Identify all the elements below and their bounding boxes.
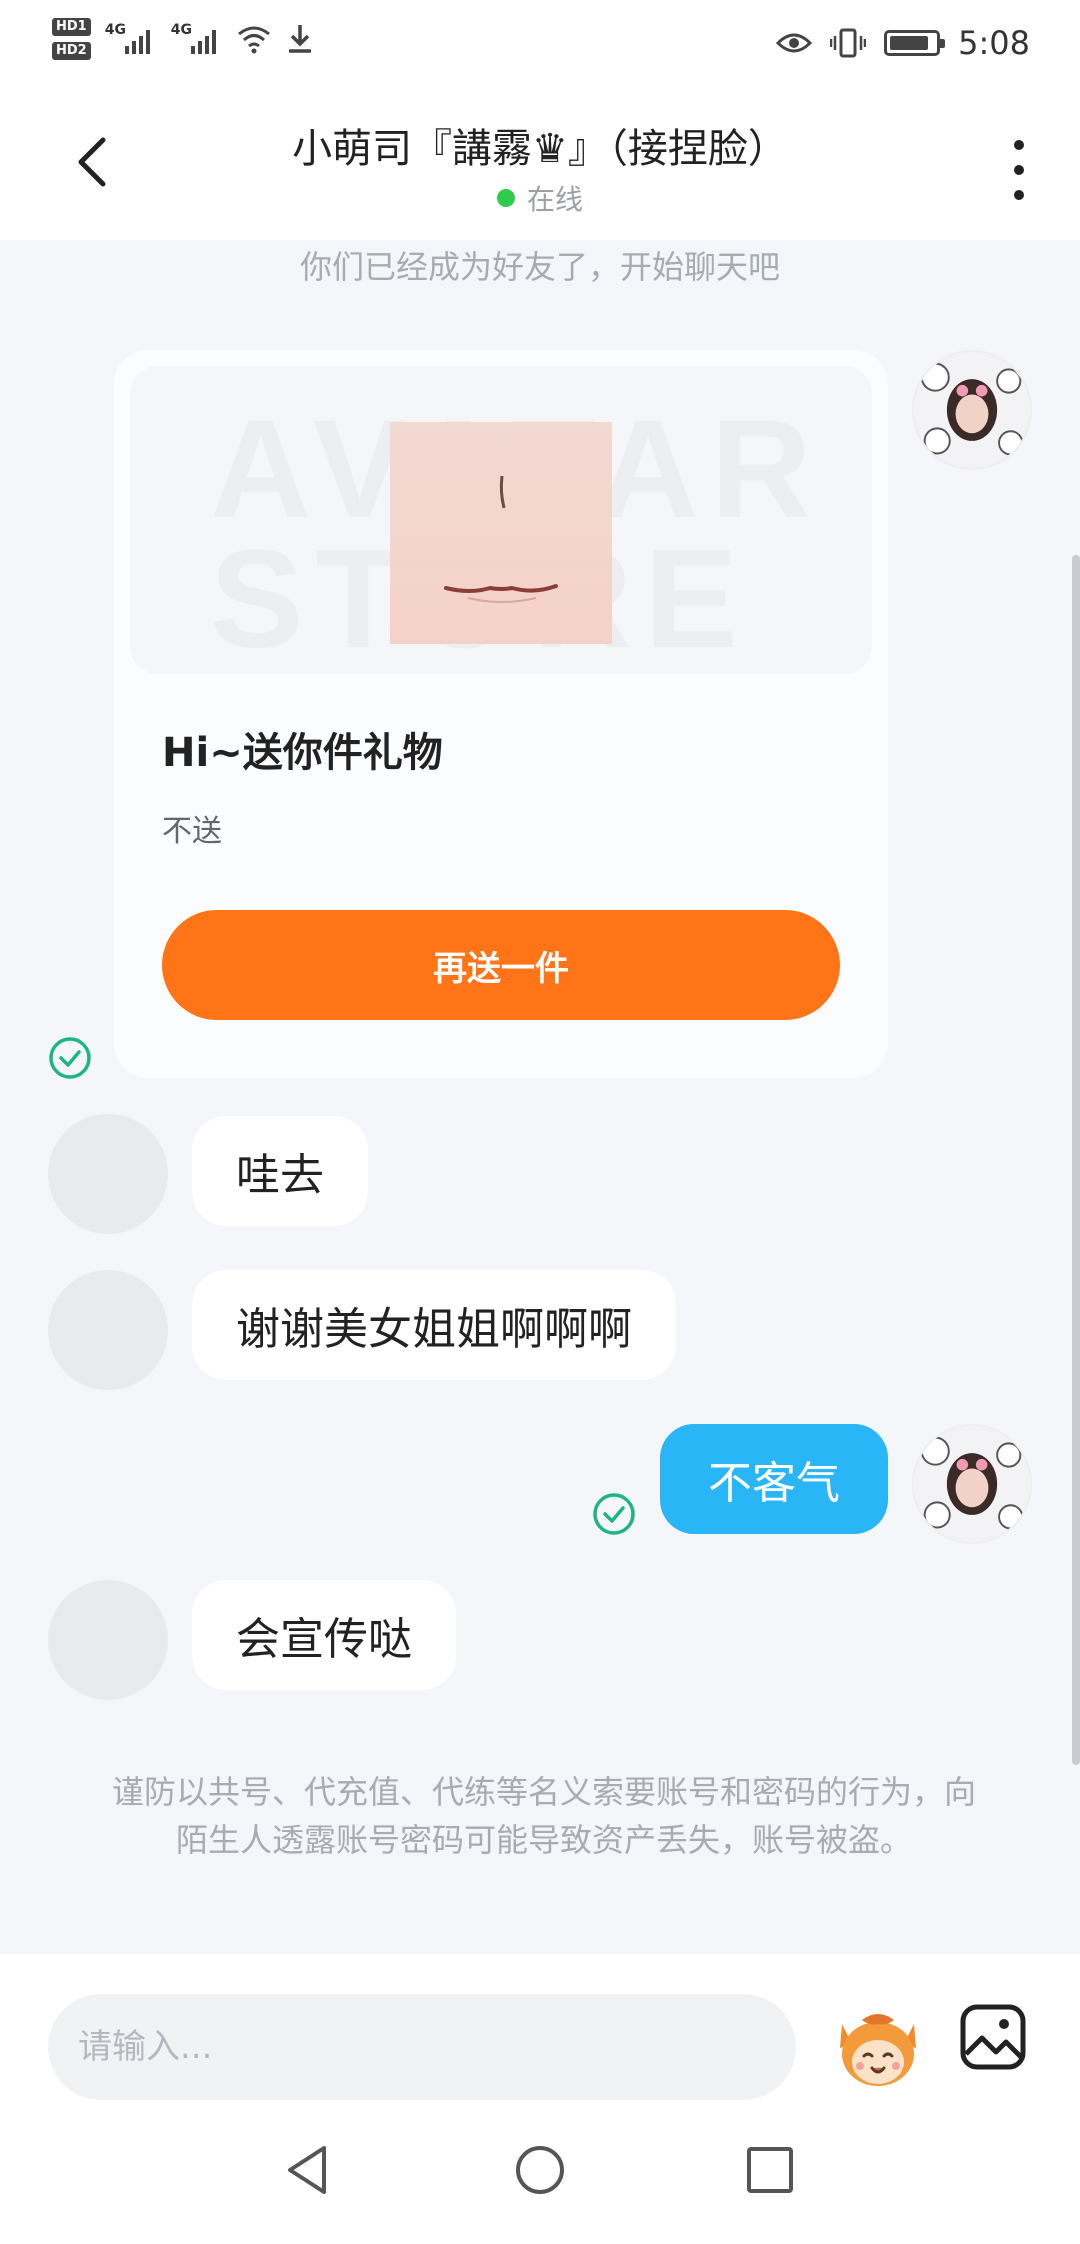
online-status: 在线 <box>0 178 1080 218</box>
message-bubble-outgoing[interactable]: 不客气 <box>660 1424 888 1534</box>
mascot-icon[interactable] <box>832 2004 924 2090</box>
more-button[interactable] <box>1004 140 1034 200</box>
message-bubble-incoming[interactable]: 会宣传哒 <box>192 1580 456 1690</box>
message-text: 不客气 <box>708 1458 840 1509</box>
self-avatar[interactable] <box>912 350 1032 470</box>
chat-title: 小萌司『講霧♛』（接捏脸） <box>292 126 788 172</box>
hd2-badge: HD2 <box>52 42 91 60</box>
gift-thumbnail[interactable] <box>390 422 612 644</box>
network-1-label: 4G <box>104 22 126 38</box>
gift-image-area: AVATAR STORE <box>130 366 872 674</box>
status-bar: HD1 HD2 4G 4G 5:08 <box>0 0 1080 96</box>
other-avatar[interactable] <box>48 1580 168 1700</box>
vibrate-icon <box>830 28 867 58</box>
read-check-icon <box>48 1036 92 1080</box>
other-avatar[interactable] <box>48 1114 168 1234</box>
chat-header: 小萌司『講霧♛』（接捏脸） 在线 <box>0 96 1080 240</box>
nav-back-icon <box>288 2146 326 2194</box>
battery-icon <box>884 30 946 56</box>
self-avatar-image <box>914 1426 1030 1542</box>
input-bar <box>0 1954 1080 2104</box>
network-2-label: 4G <box>170 22 192 38</box>
send-again-button[interactable]: 再送一件 <box>162 910 840 1020</box>
scrollbar[interactable] <box>1072 555 1080 1765</box>
eye-comfort-icon <box>776 33 813 53</box>
nav-back-button[interactable] <box>278 2140 338 2200</box>
signal-2-icon: 4G <box>170 22 223 54</box>
status-left: HD1 HD2 4G 4G <box>52 18 315 60</box>
gift-title: Hi~送你件礼物 <box>162 730 443 776</box>
message-bubble-incoming[interactable]: 谢谢美女姐姐啊啊啊 <box>192 1270 676 1380</box>
gift-subtitle: 不送 <box>162 814 222 849</box>
nav-home-icon <box>516 2146 564 2194</box>
message-text: 会宣传哒 <box>236 1614 412 1665</box>
nav-home-button[interactable] <box>510 2140 570 2200</box>
image-icon[interactable] <box>958 2002 1028 2072</box>
hd-indicators: HD1 HD2 <box>52 18 91 60</box>
hd1-badge: HD1 <box>52 18 91 36</box>
self-avatar-image <box>914 352 1030 468</box>
face-sketch-image <box>444 475 558 603</box>
message-text: 哇去 <box>236 1150 324 1201</box>
clock: 5:08 <box>958 24 1030 62</box>
message-input[interactable] <box>48 1994 796 2100</box>
security-warning: 谨防以共号、代充值、代练等名义索要账号和密码的行为，向陌生人透露账号密码可能导致… <box>111 1773 976 1859</box>
message-text: 谢谢美女姐姐啊啊啊 <box>236 1304 632 1355</box>
wifi-icon <box>237 26 270 54</box>
signal-1-icon: 4G <box>104 22 157 54</box>
system-note: 你们已经成为好友了，开始聊天吧 <box>299 248 780 286</box>
system-nav-bar <box>0 2104 1080 2244</box>
online-status-text: 在线 <box>526 183 583 216</box>
online-dot-icon <box>496 189 515 207</box>
status-right: 5:08 <box>776 24 1030 62</box>
message-bubble-incoming[interactable]: 哇去 <box>192 1116 368 1226</box>
nav-recent-button[interactable] <box>740 2140 800 2200</box>
gift-card[interactable]: AVATAR STORE Hi~送你件礼物 不送 再送一件 <box>114 350 888 1078</box>
other-avatar[interactable] <box>48 1270 168 1390</box>
more-icon-dot <box>1014 140 1024 150</box>
download-icon <box>288 25 311 53</box>
read-check-icon <box>592 1492 636 1536</box>
self-avatar[interactable] <box>912 1424 1032 1544</box>
nav-recent-icon <box>747 2147 793 2193</box>
